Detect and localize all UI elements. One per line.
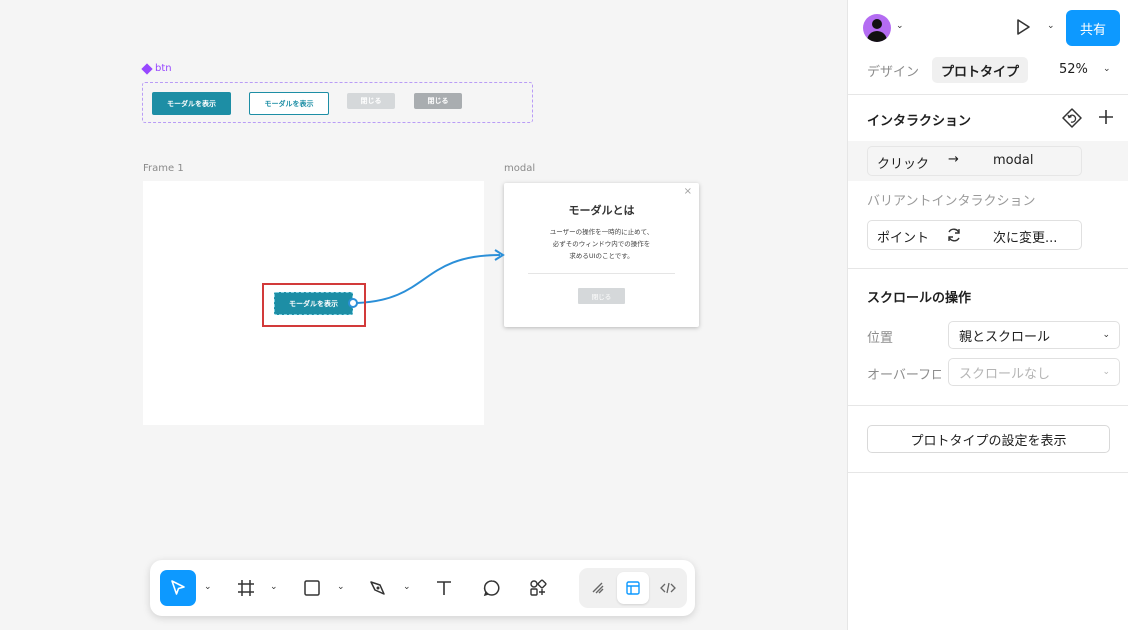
frame-tool-icon[interactable]	[230, 570, 262, 606]
avatar-head	[872, 19, 882, 29]
modal-line-1: ユーザーの操作を一時的に止めて、	[549, 228, 654, 236]
properties-panel: ⌄ ⌄ 共有 デザイン プロトタイプ 52% ⌄ インタラクション クリック →…	[847, 0, 1128, 630]
divider	[848, 405, 1128, 406]
add-interaction-icon[interactable]	[1097, 108, 1115, 130]
position-label: 位置	[867, 331, 894, 346]
component-set-label[interactable]: btn	[141, 62, 172, 75]
variant-outline[interactable]: モーダルを表示	[249, 92, 329, 115]
tab-design[interactable]: デザイン	[858, 57, 928, 83]
avatar[interactable]	[863, 14, 891, 42]
avatar-body	[867, 31, 887, 42]
overflow-select[interactable]: スクロールなし ⌄	[948, 358, 1120, 386]
interaction-destination: modal	[993, 153, 1034, 168]
component-icon	[141, 62, 153, 75]
divider	[848, 472, 1128, 473]
pen-tool-icon[interactable]	[362, 570, 394, 606]
modal-title: モーダルとは	[568, 204, 635, 217]
modal-frame[interactable]: × モーダルとは ユーザーの操作を一時的に止めて、 必ずそのウィンドウ内での操作…	[504, 183, 699, 327]
component-set[interactable]: モーダルを表示 モーダルを表示 閉じる 閉じる	[142, 82, 533, 123]
text-tool-icon[interactable]	[428, 570, 460, 606]
modal-close-button: 閉じる	[578, 288, 625, 304]
actions-tool-icon[interactable]	[522, 570, 554, 606]
pen-tool-caret-icon[interactable]: ⌄	[403, 582, 411, 592]
move-tool-caret-icon[interactable]: ⌄	[204, 582, 212, 592]
component-name: btn	[155, 63, 172, 74]
mode-switcher	[579, 568, 687, 608]
variant-swap-icon[interactable]	[1061, 107, 1083, 133]
tab-prototype[interactable]: プロトタイプ	[932, 57, 1029, 83]
modal-line-2: 必ずそのウィンドウ内での操作を	[552, 240, 651, 248]
variant-interaction-row[interactable]: ポイント 次に変更...	[867, 220, 1082, 250]
close-icon: ×	[683, 186, 692, 197]
avatar-caret-icon[interactable]: ⌄	[896, 21, 904, 31]
interaction-trigger: クリック	[877, 157, 930, 172]
divider	[848, 94, 1128, 95]
variant-primary[interactable]: モーダルを表示	[152, 92, 231, 115]
chevron-down-icon: ⌄	[1102, 367, 1110, 377]
frame1-label[interactable]: Frame 1	[143, 163, 184, 174]
position-value: 親とスクロール	[959, 329, 1051, 345]
connection-handle[interactable]	[348, 298, 358, 308]
toolbar: ⌄ ⌄ ⌄ ⌄	[150, 560, 695, 616]
show-modal-button[interactable]: モーダルを表示	[274, 292, 353, 315]
modal-line-3: 求めるUIのことです。	[569, 252, 634, 260]
overflow-label: オーバーフロー	[867, 368, 941, 383]
interaction-row[interactable]: クリック → modal	[867, 146, 1082, 176]
design-mode-icon[interactable]	[617, 572, 649, 604]
modal-description: ユーザーの操作を一時的に止めて、 必ずそのウィンドウ内での操作を 求めるUIのこ…	[504, 226, 699, 262]
rectangle-tool-icon[interactable]	[296, 570, 328, 606]
canvas[interactable]: btn モーダルを表示 モーダルを表示 閉じる 閉じる Frame 1 moda…	[0, 0, 847, 630]
swap-refresh-icon	[946, 227, 962, 247]
overflow-value: スクロールなし	[959, 366, 1051, 382]
variant-interactions-title: バリアントインタラクション	[867, 194, 1036, 209]
chevron-down-icon: ⌄	[1102, 330, 1110, 340]
move-tool-icon[interactable]	[160, 570, 196, 606]
arrow-right-icon: →	[948, 152, 959, 167]
variant-action: 次に変更...	[993, 231, 1058, 246]
modal-divider	[528, 273, 675, 274]
variant-close-dark[interactable]: 閉じる	[414, 93, 462, 109]
draw-mode-icon[interactable]	[582, 572, 614, 604]
scroll-title: スクロールの操作	[867, 291, 972, 306]
play-icon[interactable]	[1014, 18, 1032, 40]
divider	[848, 268, 1128, 269]
zoom-caret-icon[interactable]: ⌄	[1103, 64, 1111, 74]
dev-mode-icon[interactable]	[652, 572, 684, 604]
position-select[interactable]: 親とスクロール ⌄	[948, 321, 1120, 349]
variant-trigger: ポイント	[877, 231, 930, 246]
play-caret-icon[interactable]: ⌄	[1047, 21, 1055, 31]
frame-tool-caret-icon[interactable]: ⌄	[270, 582, 278, 592]
comment-tool-icon[interactable]	[476, 570, 508, 606]
interactions-title: インタラクション	[867, 114, 972, 129]
variant-close-light[interactable]: 閉じる	[347, 93, 395, 109]
prototype-settings-button[interactable]: プロトタイプの設定を表示	[867, 425, 1110, 453]
rectangle-tool-caret-icon[interactable]: ⌄	[337, 582, 345, 592]
zoom-level[interactable]: 52%	[1059, 62, 1088, 77]
share-button[interactable]: 共有	[1066, 10, 1120, 46]
modal-frame-label[interactable]: modal	[504, 163, 535, 174]
